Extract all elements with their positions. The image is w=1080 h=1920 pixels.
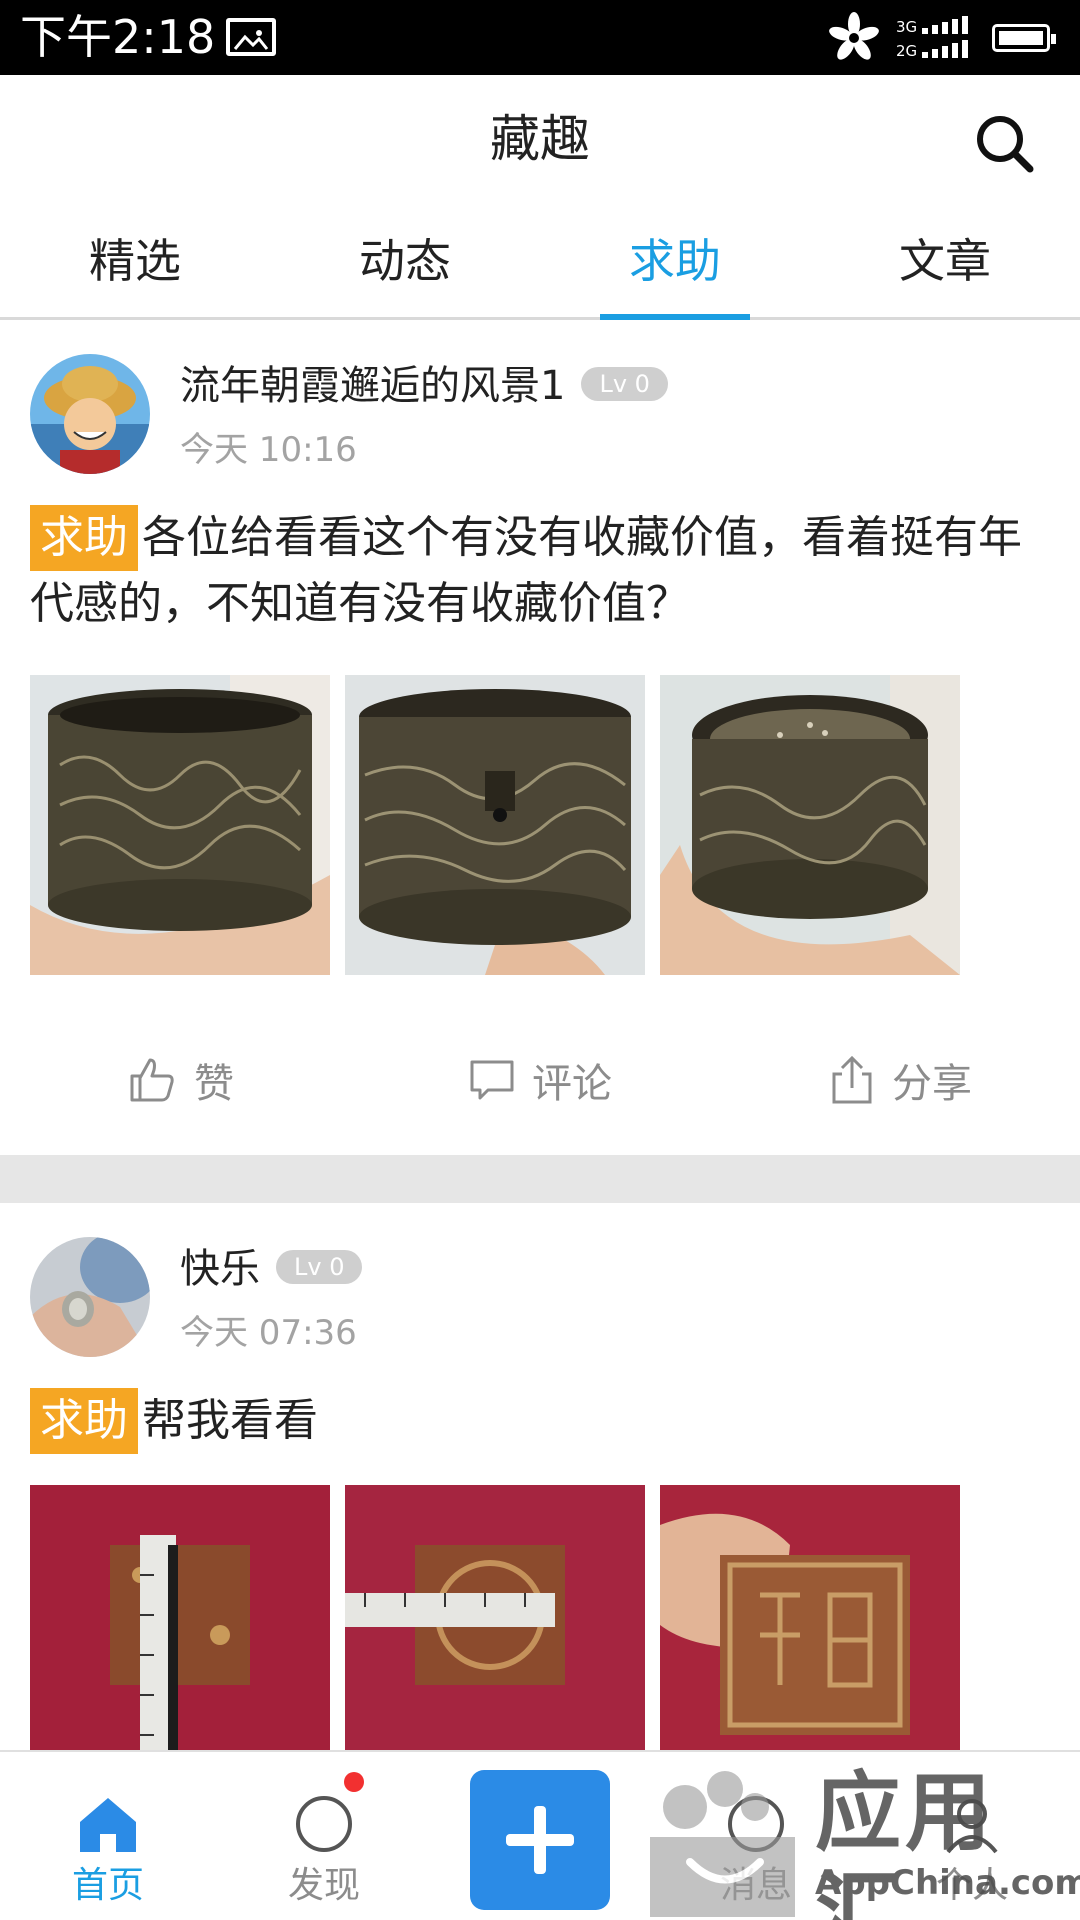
category-tabs: 精选 动态 求助 文章 [0,215,1080,320]
status-bar: 下午2:18 3G 2G [0,0,1080,75]
username-text[interactable]: 快乐 [180,1246,260,1292]
signal-icon: 3G 2G [896,16,968,60]
nav-discover[interactable]: 发现 [216,1752,432,1920]
network-3g-label: 3G [896,18,917,36]
username[interactable]: 流年朝霞邂逅的风景1 Lv 0 [180,360,668,412]
comment-icon [470,1060,514,1100]
image-notification-icon [226,18,276,56]
tab-help[interactable]: 求助 [540,215,810,320]
status-time: 下午2:18 [20,10,216,64]
battery-icon [992,24,1056,52]
help-tag: 求助 [30,1388,138,1454]
post-photo[interactable] [660,675,960,975]
avatar[interactable] [30,1237,150,1357]
watermark-subtext: AppChina.com [815,1863,1080,1903]
post-photo[interactable] [345,675,645,975]
share-button[interactable]: 分享 [720,1030,1080,1130]
tab-featured[interactable]: 精选 [0,215,270,317]
nav-home[interactable]: 首页 [0,1752,216,1920]
feed[interactable]: 流年朝霞邂逅的风景1 Lv 0 今天 10:16 求助 各位给看看这个有没有收藏价值… [0,320,1080,1750]
post-time: 今天 10:16 [180,430,357,470]
post-card[interactable]: 流年朝霞邂逅的风景1 Lv 0 今天 10:16 求助 各位给看看这个有没有收藏价值… [0,320,1080,1155]
search-icon[interactable] [970,109,1040,179]
post-text[interactable]: 求助 帮我看看 [30,1388,1030,1454]
photo-grid [30,675,960,975]
avatar[interactable] [30,354,150,474]
comment-label: 评论 [532,1061,612,1107]
nav-home-label: 首页 [71,1865,144,1906]
like-label: 赞 [194,1061,234,1107]
help-tag: 求助 [30,505,138,571]
post-photo[interactable] [30,1485,330,1750]
post-time: 今天 07:36 [180,1313,357,1353]
level-badge: Lv 0 [276,1250,363,1284]
comment-button[interactable]: 评论 [360,1030,720,1130]
tab-activity[interactable]: 动态 [270,215,540,317]
post-photo[interactable] [30,675,330,975]
nav-discover-label: 发现 [287,1865,360,1906]
like-button[interactable]: 赞 [0,1030,360,1130]
home-icon [80,1798,136,1852]
add-post-button[interactable] [470,1770,610,1910]
post-body: 各位给看看这个有没有收藏价值，看着挺有年代感的，不知道有没有收藏价值？ [30,512,1022,629]
post-divider [0,1155,1080,1203]
notification-dot [344,1772,364,1792]
photo-grid [30,1485,960,1750]
discover-icon [296,1796,352,1852]
post-actions: 赞 评论 分享 [0,1030,1080,1130]
username-text[interactable]: 流年朝霞邂逅的风景1 [180,363,565,409]
post-text[interactable]: 求助 各位给看看这个有没有收藏价值，看着挺有年代感的，不知道有没有收藏价值？ [30,505,1030,637]
network-2g-label: 2G [896,42,917,60]
watermark-logo-icon [650,1771,795,1917]
tab-articles[interactable]: 文章 [810,215,1080,317]
post-photo[interactable] [345,1485,645,1750]
username[interactable]: 快乐 Lv 0 [180,1243,363,1295]
post-photo[interactable] [660,1485,960,1750]
appchina-watermark: 应用汇 AppChina.com [640,1755,1080,1920]
post-body: 帮我看看 [142,1395,318,1446]
page-title: 藏趣 [490,110,590,168]
app-header: 藏趣 [0,75,1080,215]
thumbs-up-icon [130,1058,174,1102]
flower-icon [829,12,879,60]
level-badge: Lv 0 [581,367,668,401]
post-card[interactable]: 快乐 Lv 0 今天 07:36 求助 帮我看看 [0,1203,1080,1750]
share-icon [832,1055,872,1104]
share-label: 分享 [892,1061,972,1107]
